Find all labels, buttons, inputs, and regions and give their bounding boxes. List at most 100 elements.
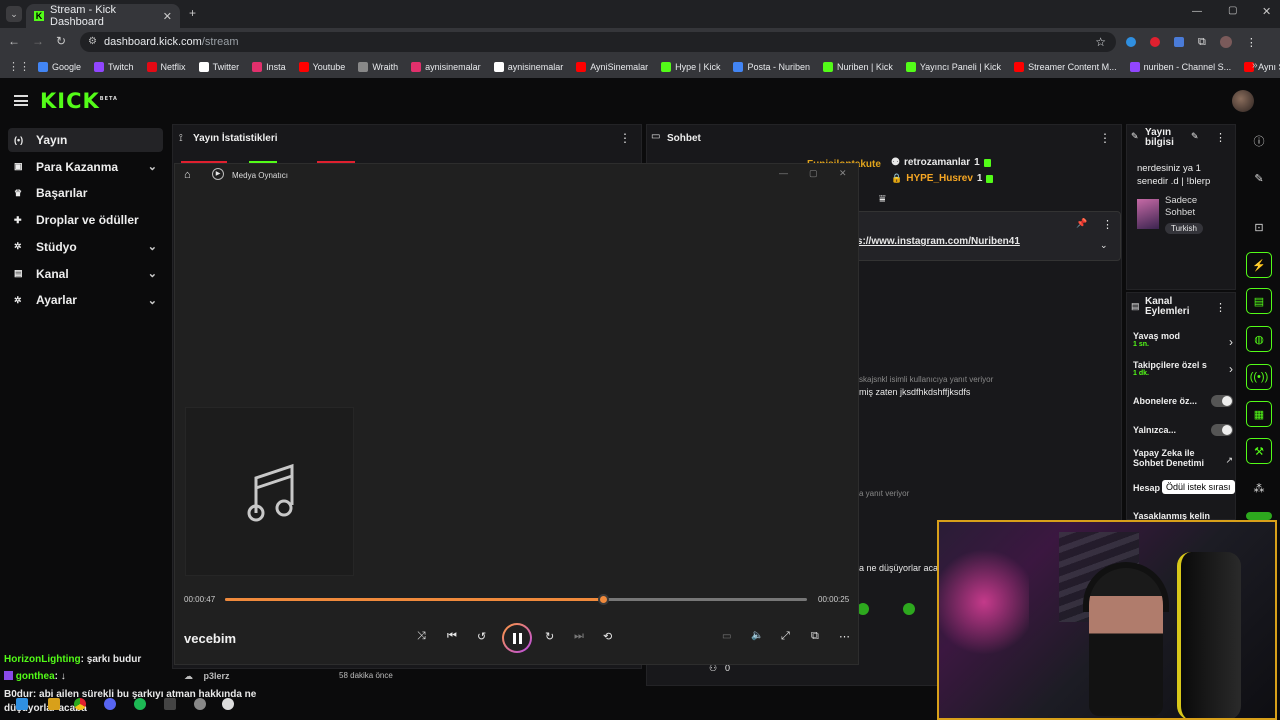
bookmark-item[interactable]: Aynı Sinemalar - Ça... <box>1244 62 1280 72</box>
bookmark-item[interactable]: aynisinemalar <box>411 62 481 72</box>
taskbar-icon-8[interactable] <box>222 698 234 710</box>
slow-mode-action[interactable]: Yavaş mod 1 sn. › <box>1133 331 1233 355</box>
apps-grid-icon[interactable]: ⋮⋮ <box>8 60 30 73</box>
ai-moderation-action[interactable]: Yapay Zeka ile Sohbet Denetimi ↗ <box>1133 448 1233 471</box>
bookmark-item[interactable]: Youtube <box>298 62 345 72</box>
bookmark-item[interactable]: Posta - Nuriben <box>733 62 810 72</box>
bookmark-item[interactable]: Twitch <box>94 62 134 72</box>
fullscreen-icon[interactable]: ⤢ <box>781 630 790 643</box>
chat-bubble-icon[interactable]: ◍ <box>1246 326 1272 352</box>
minimize-window-icon[interactable]: — <box>1192 6 1202 17</box>
extension-1-icon[interactable] <box>1126 37 1136 47</box>
seek-bar[interactable] <box>225 594 807 605</box>
pencil-icon[interactable]: ✎ <box>1246 165 1272 191</box>
extensions-puzzle-icon[interactable]: ⧉ <box>1198 36 1206 49</box>
pause-button[interactable] <box>502 623 532 653</box>
language-tag[interactable]: Turkish <box>1165 223 1203 234</box>
hamburger-menu-icon[interactable] <box>14 95 28 106</box>
address-bar[interactable]: ⚙ dashboard.kick.com/stream ☆ <box>80 32 1116 52</box>
taskbar-chrome-icon[interactable] <box>74 698 86 710</box>
taskbar-icon-2[interactable] <box>48 698 60 710</box>
tab-search-icon[interactable]: ⌄ <box>6 6 22 22</box>
taskbar-icon-6[interactable] <box>164 698 176 710</box>
sidebar-item-6[interactable]: ✲ Ayarlar ⌄ <box>8 288 163 312</box>
green-action-icon[interactable] <box>1246 512 1272 520</box>
bookmark-item[interactable]: AyniSinemalar <box>576 62 648 72</box>
browser-tab[interactable]: K Stream - Kick Dashboard ✕ <box>26 4 180 28</box>
seek-thumb[interactable] <box>598 594 610 605</box>
bookmark-star-icon[interactable]: ☆ <box>1095 32 1106 52</box>
repeat-off-icon[interactable]: ⟲ <box>603 630 612 643</box>
emote-green-2-icon[interactable] <box>903 603 915 615</box>
chat-top-user-3[interactable]: 🔒 HYPE_Husrev 1 <box>891 173 994 184</box>
close-tab-icon[interactable]: ✕ <box>163 10 172 23</box>
bookmark-item[interactable]: Insta <box>252 62 286 72</box>
only-toggle[interactable] <box>1211 424 1233 436</box>
followers-only-action[interactable]: Takipçilere özel s 1 dk. › <box>1133 360 1233 384</box>
taskbar-icon-7[interactable] <box>194 698 206 710</box>
bookmark-item[interactable]: nuriben - Channel S... <box>1129 62 1231 72</box>
sidebar-item-5[interactable]: ▤ Kanal ⌄ <box>8 262 163 286</box>
capture-icon[interactable]: ⊡ <box>1246 214 1272 240</box>
player-close-icon[interactable]: ✕ <box>839 168 847 179</box>
info-icon[interactable]: ⓘ <box>1246 128 1272 154</box>
shuffle-icon[interactable]: ⤨ <box>417 630 426 643</box>
pinned-menu-icon[interactable]: ⋮ <box>1102 218 1113 231</box>
bookmark-item[interactable]: Netflix <box>146 62 186 72</box>
player-maximize-icon[interactable]: ▢ <box>809 168 818 179</box>
edit-icon[interactable]: ✎ <box>1191 131 1199 142</box>
volume-icon[interactable]: 🔈 <box>751 630 763 641</box>
bookmark-item[interactable]: Google <box>38 62 81 72</box>
subscribers-only-toggle[interactable] <box>1211 395 1233 407</box>
document-icon[interactable]: ▤ <box>1246 288 1272 314</box>
taskbar-icon-1[interactable] <box>16 698 28 710</box>
sidebar-item-2[interactable]: ♛ Başarılar <box>8 181 163 205</box>
pinned-expand-icon[interactable]: ⌄ <box>1100 240 1108 251</box>
taskbar-spotify-icon[interactable] <box>134 698 146 710</box>
mini-player-icon[interactable]: ⧉ <box>811 630 819 643</box>
stats-menu-icon[interactable]: ⋮ <box>619 131 631 145</box>
kick-logo[interactable]: KICKBETA <box>40 89 118 113</box>
chat-filter-icon[interactable]: ⩸ <box>879 193 886 206</box>
next-track-icon[interactable]: ⏭ <box>574 630 584 643</box>
sidebar-item-0[interactable]: (•) Yayın <box>8 128 163 152</box>
sidebar-item-4[interactable]: ✲ Stüdyo ⌄ <box>8 235 163 259</box>
bookmark-item[interactable]: Hype | Kick <box>661 62 720 72</box>
taskbar-discord-icon[interactable] <box>104 698 116 710</box>
bookmark-item[interactable]: Nuriben | Kick <box>822 62 893 72</box>
rewind-10-icon[interactable]: ↺ <box>477 630 486 643</box>
profile-avatar-icon[interactable] <box>1219 36 1232 48</box>
bookmark-item[interactable]: Streamer Content M... <box>1014 62 1117 72</box>
lightning-icon[interactable]: ⚡ <box>1246 252 1272 278</box>
forward-icon[interactable]: → <box>32 34 44 48</box>
reload-icon[interactable]: ↻ <box>56 34 66 48</box>
broadcast-signal-icon[interactable]: ((•)) <box>1246 364 1272 390</box>
forward-30-icon[interactable]: ↻ <box>545 630 554 643</box>
bookmark-item[interactable]: Yayıncı Paneli | Kick <box>905 62 1001 72</box>
extension-2-icon[interactable] <box>1150 37 1160 47</box>
new-tab-icon[interactable]: + <box>189 6 196 20</box>
pinned-link[interactable]: https://www.instagram.com/Nuriben41 <box>838 236 1020 247</box>
previous-track-icon[interactable]: ⏮ <box>447 630 457 643</box>
maximize-window-icon[interactable]: ▢ <box>1228 5 1237 16</box>
user-avatar[interactable] <box>1232 90 1254 112</box>
stream-info-menu-icon[interactable]: ⋮ <box>1215 131 1226 144</box>
channel-actions-menu-icon[interactable]: ⋮ <box>1215 301 1226 314</box>
bookmark-item[interactable]: Twitter <box>198 62 239 72</box>
bookmark-item[interactable]: aynisinemalar <box>493 62 563 72</box>
extension-3-icon[interactable] <box>1174 37 1184 47</box>
only-action[interactable]: Yalnızca... <box>1133 422 1233 438</box>
sidebar-item-1[interactable]: ▣ Para Kazanma ⌄ <box>8 155 163 179</box>
more-options-icon[interactable]: ⋯ <box>839 630 850 643</box>
close-window-icon[interactable]: ✕ <box>1262 5 1271 18</box>
home-icon[interactable]: ⌂ <box>184 169 191 181</box>
back-icon[interactable]: ← <box>8 34 20 48</box>
account-action[interactable]: Hesap <box>1133 483 1160 493</box>
chat-top-user-2[interactable]: ⚉ retrozamanlar 1 <box>891 157 991 168</box>
dots-cluster-icon[interactable]: ⁂ <box>1246 475 1272 501</box>
pin-icon[interactable]: 📌 <box>1076 218 1087 229</box>
sidebar-item-3[interactable]: ✚ Droplar ve ödüller <box>8 208 163 232</box>
wrench-icon[interactable]: ⚒ <box>1246 438 1272 464</box>
browser-menu-icon[interactable]: ⋮ <box>1246 36 1257 49</box>
pinned-message[interactable]: 📌 ⋮ https://www.instagram.com/Nuriben41 … <box>837 211 1121 261</box>
